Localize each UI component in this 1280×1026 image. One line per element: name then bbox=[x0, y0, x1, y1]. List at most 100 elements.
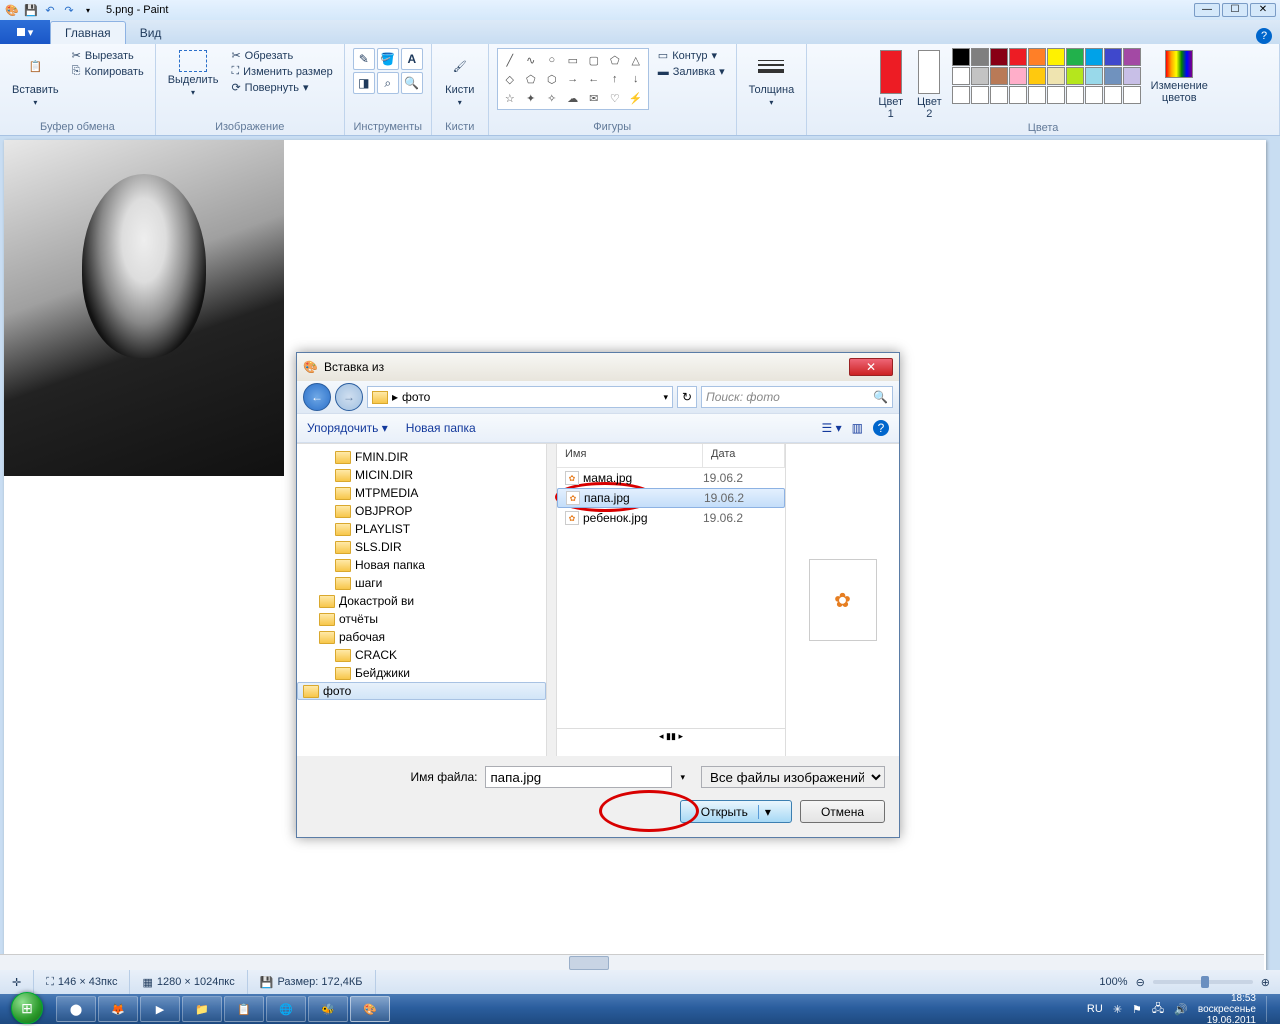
tree-item[interactable]: PLAYLIST bbox=[297, 520, 546, 538]
swatch[interactable] bbox=[971, 67, 989, 85]
swatch-empty[interactable] bbox=[1066, 86, 1084, 104]
swatch-empty[interactable] bbox=[1009, 86, 1027, 104]
task-chrome[interactable]: 🌐 bbox=[266, 996, 306, 1022]
nav-forward-button[interactable]: → bbox=[335, 383, 363, 411]
file-list-header[interactable]: Имя Дата bbox=[557, 444, 785, 468]
qat-dropdown-icon[interactable]: ▾ bbox=[80, 2, 96, 18]
tree-item[interactable]: FMIN.DIR bbox=[297, 448, 546, 466]
brushes-button[interactable]: 🖌Кисти▾ bbox=[440, 48, 480, 109]
filename-dropdown[interactable]: ▾ bbox=[680, 772, 685, 783]
search-input[interactable]: Поиск: фото🔍 bbox=[701, 386, 893, 408]
file-menu[interactable]: ▾ bbox=[0, 20, 50, 44]
swatch[interactable] bbox=[1047, 48, 1065, 66]
file-row[interactable]: ✿мама.jpg19.06.2 bbox=[557, 468, 785, 488]
swatch[interactable] bbox=[1028, 48, 1046, 66]
scrollbar-horizontal[interactable] bbox=[0, 954, 1264, 970]
task-explorer[interactable]: 📁 bbox=[182, 996, 222, 1022]
file-row[interactable]: ✿папа.jpg19.06.2 bbox=[557, 488, 785, 508]
swatch[interactable] bbox=[990, 48, 1008, 66]
filter-select[interactable]: Все файлы изображений bbox=[701, 766, 885, 788]
cut-button[interactable]: ✂ Вырезать bbox=[69, 48, 147, 63]
tree-scrollbar[interactable] bbox=[547, 444, 557, 756]
zoom-tool[interactable]: 🔍 bbox=[401, 72, 423, 94]
cancel-button[interactable]: Отмена bbox=[800, 800, 885, 823]
close-button[interactable]: ✕ bbox=[1250, 3, 1276, 17]
fill-button[interactable]: ▬ Заливка ▾ bbox=[655, 64, 728, 79]
swatch[interactable] bbox=[1123, 67, 1141, 85]
tray-volume-icon[interactable]: 🔊 bbox=[1174, 1003, 1188, 1016]
swatch-empty[interactable] bbox=[990, 86, 1008, 104]
size-button[interactable]: Толщина▾ bbox=[745, 48, 799, 109]
swatch[interactable] bbox=[1104, 48, 1122, 66]
color2-button[interactable]: Цвет 2 bbox=[913, 48, 946, 122]
task-app-7[interactable]: 🐝 bbox=[308, 996, 348, 1022]
select-button[interactable]: Выделить▾ bbox=[164, 48, 223, 99]
nav-back-button[interactable]: ← bbox=[303, 383, 331, 411]
zoom-out-button[interactable]: ⊖ bbox=[1136, 976, 1145, 989]
swatch[interactable] bbox=[1123, 48, 1141, 66]
task-firefox[interactable]: 🦊 bbox=[98, 996, 138, 1022]
undo-icon[interactable]: ↶ bbox=[42, 2, 58, 18]
resize-button[interactable]: ⛶ Изменить размер bbox=[228, 64, 335, 79]
swatch-empty[interactable] bbox=[1104, 86, 1122, 104]
text-tool[interactable]: A bbox=[401, 48, 423, 70]
help-icon[interactable]: ? bbox=[1256, 28, 1272, 44]
swatch[interactable] bbox=[1085, 67, 1103, 85]
dialog-close-button[interactable]: ✕ bbox=[849, 358, 893, 376]
tree-item[interactable]: MTPMEDIA bbox=[297, 484, 546, 502]
swatch[interactable] bbox=[1047, 67, 1065, 85]
folder-tree[interactable]: FMIN.DIRMICIN.DIRMTPMEDIAOBJPROPPLAYLIST… bbox=[297, 444, 547, 756]
outline-button[interactable]: ▭ Контур ▾ bbox=[655, 48, 728, 63]
swatch[interactable] bbox=[1009, 67, 1027, 85]
app-icon[interactable]: 🎨 bbox=[4, 2, 20, 18]
copy-button[interactable]: ⎘ Копировать bbox=[69, 64, 147, 79]
shapes-gallery[interactable]: ╱∿○▭▢⬠△ ◇⬠⬡→←↑↓ ☆✦✧☁✉♡⚡ bbox=[497, 48, 649, 110]
file-list[interactable]: ✿мама.jpg19.06.2✿папа.jpg19.06.2✿ребенок… bbox=[557, 468, 785, 528]
tree-item[interactable]: Докастрой ви bbox=[297, 592, 546, 610]
view-button[interactable]: ☰ ▾ bbox=[822, 421, 842, 435]
rotate-button[interactable]: ⟳ Повернуть ▾ bbox=[228, 80, 335, 95]
tree-item[interactable]: рабочая bbox=[297, 628, 546, 646]
organize-button[interactable]: Упорядочить ▾ bbox=[307, 421, 388, 435]
picker-tool[interactable]: ⌕ bbox=[377, 72, 399, 94]
refresh-button[interactable]: ↻ bbox=[677, 386, 697, 408]
color1-button[interactable]: Цвет 1 bbox=[874, 48, 907, 122]
fill-tool[interactable]: 🪣 bbox=[377, 48, 399, 70]
tray-icon-1[interactable]: ✳ bbox=[1113, 1003, 1122, 1016]
tray-flag-icon[interactable]: ⚑ bbox=[1132, 1003, 1142, 1016]
tree-item[interactable]: отчёты bbox=[297, 610, 546, 628]
show-desktop-button[interactable] bbox=[1266, 996, 1274, 1022]
tree-item[interactable]: шаги bbox=[297, 574, 546, 592]
task-paint[interactable]: 🎨 bbox=[350, 996, 390, 1022]
tree-item[interactable]: Новая папка bbox=[297, 556, 546, 574]
swatch[interactable] bbox=[952, 48, 970, 66]
dialog-help-icon[interactable]: ? bbox=[873, 420, 889, 436]
swatch[interactable] bbox=[1066, 67, 1084, 85]
tree-item[interactable]: Бейджики bbox=[297, 664, 546, 682]
tree-item[interactable]: фото bbox=[297, 682, 546, 700]
tray-clock[interactable]: 18:53 воскресенье 19.06.2011 bbox=[1198, 993, 1256, 1026]
minimize-button[interactable]: — bbox=[1194, 3, 1220, 17]
swatch[interactable] bbox=[1085, 48, 1103, 66]
zoom-slider[interactable] bbox=[1153, 980, 1253, 984]
swatch-empty[interactable] bbox=[1047, 86, 1065, 104]
tab-view[interactable]: Вид bbox=[126, 22, 176, 44]
paste-button[interactable]: 📋Вставить▾ bbox=[8, 48, 63, 109]
breadcrumb-dropdown[interactable]: ▾ bbox=[663, 392, 668, 403]
swatch-empty[interactable] bbox=[1028, 86, 1046, 104]
preview-pane-button[interactable]: ▥ bbox=[852, 421, 863, 435]
swatch[interactable] bbox=[971, 48, 989, 66]
zoom-in-button[interactable]: ⊕ bbox=[1261, 976, 1270, 989]
breadcrumb[interactable]: ▸ фото ▾ bbox=[367, 386, 673, 408]
swatch[interactable] bbox=[1066, 48, 1084, 66]
save-icon[interactable]: 💾 bbox=[23, 2, 39, 18]
start-button[interactable]: ⊞ bbox=[0, 994, 54, 1024]
tree-item[interactable]: MICIN.DIR bbox=[297, 466, 546, 484]
tree-item[interactable]: CRACK bbox=[297, 646, 546, 664]
new-folder-button[interactable]: Новая папка bbox=[406, 421, 476, 435]
pencil-tool[interactable]: ✎ bbox=[353, 48, 375, 70]
swatch[interactable] bbox=[952, 67, 970, 85]
tree-item[interactable]: OBJPROP bbox=[297, 502, 546, 520]
swatch-empty[interactable] bbox=[952, 86, 970, 104]
color-palette[interactable] bbox=[952, 48, 1141, 104]
